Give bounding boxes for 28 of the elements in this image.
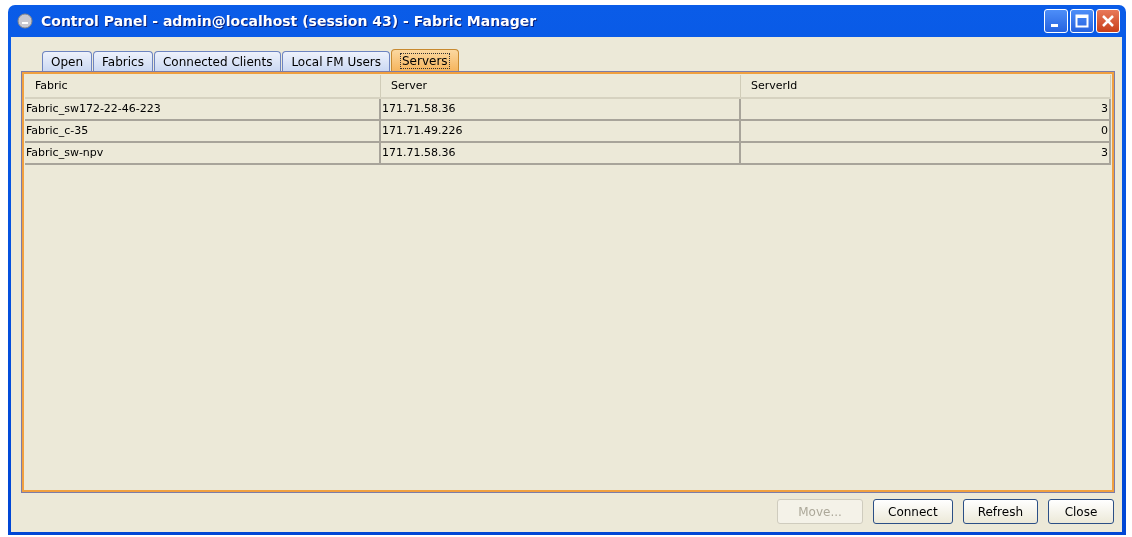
close-button[interactable] [1096, 9, 1120, 33]
minimize-button[interactable] [1044, 9, 1068, 33]
table-cell: 3 [741, 99, 1111, 119]
column-header[interactable]: Server [381, 75, 741, 97]
tab[interactable]: Fabrics [93, 51, 153, 72]
app-icon [17, 13, 33, 29]
dialog-button[interactable]: Close [1048, 499, 1114, 524]
minimize-icon [1051, 23, 1058, 27]
table-cell: 171.71.49.226 [381, 121, 741, 141]
maximize-icon [1075, 14, 1089, 28]
tab[interactable]: Servers [391, 49, 459, 72]
table-cell: 171.71.58.36 [381, 143, 741, 163]
table-cell: 171.71.58.36 [381, 99, 741, 119]
dialog-button[interactable]: Connect [873, 499, 953, 524]
table-cell: Fabric_sw-npv [25, 143, 381, 163]
tab[interactable]: Open [42, 51, 93, 72]
dialog-button[interactable]: Refresh [962, 499, 1038, 524]
table-cell: 3 [741, 143, 1111, 163]
tab[interactable]: Connected Clients [153, 51, 282, 72]
maximize-button[interactable] [1070, 9, 1094, 33]
table-cell: Fabric_sw172-22-46-223 [25, 99, 381, 119]
close-icon [1101, 14, 1115, 28]
tab[interactable]: Local FM Users [282, 51, 390, 72]
column-header[interactable]: ServerId [741, 75, 1111, 97]
table-cell: 0 [741, 121, 1111, 141]
column-header[interactable]: Fabric [25, 75, 381, 97]
window-title: Control Panel - admin@localhost (session 43) - Fabric Manager [41, 13, 537, 29]
table-cell: Fabric_c-35 [25, 121, 381, 141]
